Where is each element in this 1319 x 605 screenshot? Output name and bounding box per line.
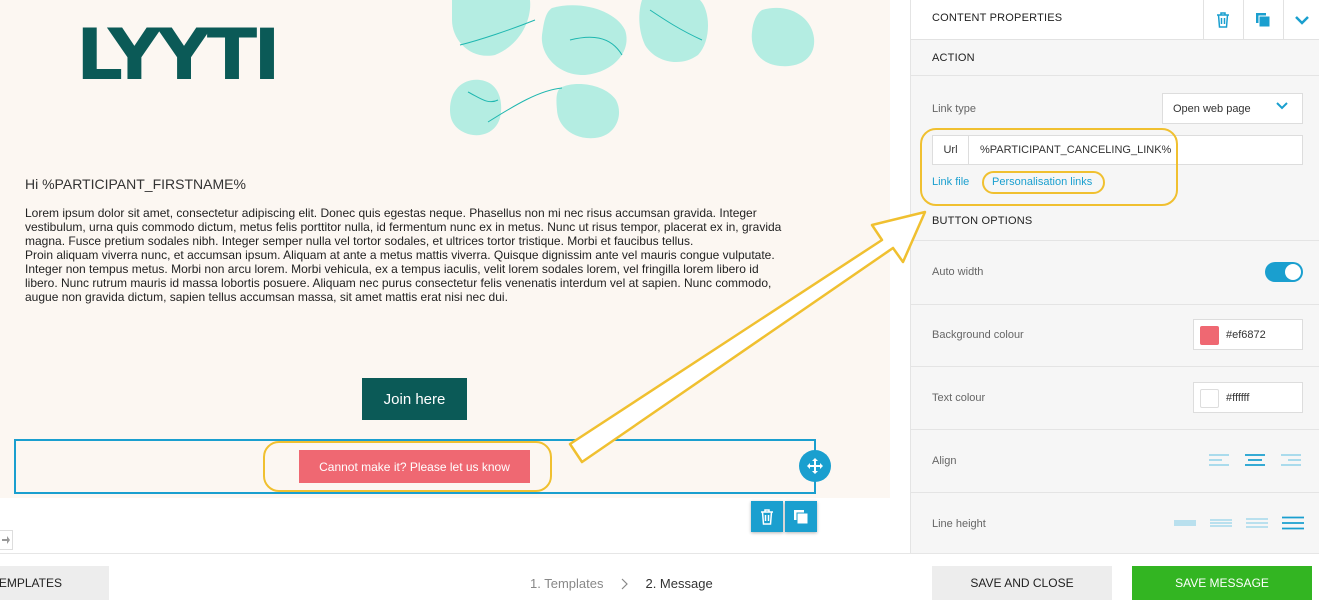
email-canvas: LYYTI Hi %PARTICIPANT_FIRSTNAME% Lorem i… xyxy=(0,0,890,498)
arrow-right-icon xyxy=(2,536,10,544)
content-properties-panel: CONTENT PROPERTIES ACTION Link type Open… xyxy=(910,0,1319,553)
step-message: 2. Message xyxy=(645,576,713,591)
chevron-down-icon xyxy=(1276,102,1288,110)
line-height-xlarge-icon[interactable] xyxy=(1281,515,1305,531)
email-paragraph: Lorem ipsum dolor sit amet, consectetur … xyxy=(25,206,782,248)
align-label: Align xyxy=(932,455,957,467)
url-prefix-label: Url xyxy=(933,136,969,164)
panel-title: CONTENT PROPERTIES xyxy=(932,12,1063,24)
panel-header: CONTENT PROPERTIES xyxy=(911,0,1319,40)
move-icon[interactable] xyxy=(799,450,831,482)
email-body-text: Lorem ipsum dolor sit amet, consectetur … xyxy=(25,206,787,304)
link-type-value: Open web page xyxy=(1173,103,1251,115)
collapse-sidebar-tab[interactable] xyxy=(0,530,13,550)
line-height-large-icon[interactable] xyxy=(1245,515,1269,531)
align-center-icon[interactable] xyxy=(1243,452,1267,468)
divider xyxy=(911,240,1319,241)
footer-bar: TEMPLATES 1. Templates 2. Message SAVE A… xyxy=(0,553,1319,605)
email-editor: LYYTI Hi %PARTICIPANT_FIRSTNAME% Lorem i… xyxy=(0,0,1319,605)
save-and-close-button[interactable]: SAVE AND CLOSE xyxy=(932,566,1112,600)
chevron-down-icon[interactable] xyxy=(1283,0,1319,40)
duplicate-icon[interactable] xyxy=(1243,0,1282,40)
align-right-icon[interactable] xyxy=(1279,452,1303,468)
align-left-icon[interactable] xyxy=(1207,452,1231,468)
align-options xyxy=(1207,452,1303,468)
toggle-knob xyxy=(1285,264,1301,280)
button-options-section-title: BUTTON OPTIONS xyxy=(932,215,1033,227)
save-message-button[interactable]: SAVE MESSAGE xyxy=(1132,566,1312,600)
move-arrows-icon xyxy=(807,458,823,474)
cannot-make-it-button[interactable]: Cannot make it? Please let us know xyxy=(299,450,530,483)
background-colour-field[interactable]: #ef6872 xyxy=(1193,319,1303,350)
divider xyxy=(911,429,1319,430)
personalisation-links-link[interactable]: Personalisation links xyxy=(992,176,1092,188)
link-type-select[interactable]: Open web page xyxy=(1162,93,1303,124)
delete-block-icon[interactable] xyxy=(751,501,783,532)
line-height-medium-icon[interactable] xyxy=(1209,515,1233,531)
line-height-label: Line height xyxy=(932,518,986,530)
lyyti-logo: LYYTI xyxy=(76,14,281,96)
text-colour-label: Text colour xyxy=(932,392,986,404)
background-colour-swatch[interactable] xyxy=(1200,326,1219,345)
link-type-label: Link type xyxy=(932,103,977,115)
text-colour-swatch[interactable] xyxy=(1200,389,1219,408)
templates-button-label: TEMPLATES xyxy=(0,576,62,590)
text-colour-field[interactable]: #ffffff xyxy=(1193,382,1303,413)
line-height-options xyxy=(1173,515,1305,531)
wizard-steps: 1. Templates 2. Message xyxy=(530,576,713,591)
email-paragraph: Proin aliquam viverra nunc, et accumsan … xyxy=(25,248,775,304)
chevron-right-icon xyxy=(622,578,629,589)
text-colour-value: #ffffff xyxy=(1226,392,1250,404)
join-here-button[interactable]: Join here xyxy=(362,378,467,420)
url-input[interactable] xyxy=(970,136,1300,164)
action-section-title: ACTION xyxy=(932,52,975,64)
divider xyxy=(911,75,1319,76)
auto-width-label: Auto width xyxy=(932,266,984,278)
duplicate-block-icon[interactable] xyxy=(785,501,817,532)
divider xyxy=(911,366,1319,367)
delete-icon[interactable] xyxy=(1203,0,1242,40)
email-greeting: Hi %PARTICIPANT_FIRSTNAME% xyxy=(25,176,246,192)
templates-button[interactable]: TEMPLATES xyxy=(0,566,109,600)
background-colour-label: Background colour xyxy=(932,329,1024,341)
auto-width-toggle[interactable] xyxy=(1265,262,1303,282)
decorative-blobs xyxy=(450,0,815,139)
line-height-small-icon[interactable] xyxy=(1173,515,1197,531)
url-field-group: Url xyxy=(932,135,1303,165)
step-templates[interactable]: 1. Templates xyxy=(530,576,603,591)
block-toolbar xyxy=(751,501,817,532)
divider xyxy=(911,492,1319,493)
link-file-link[interactable]: Link file xyxy=(932,176,969,188)
divider xyxy=(911,304,1319,305)
background-colour-value: #ef6872 xyxy=(1226,329,1266,341)
